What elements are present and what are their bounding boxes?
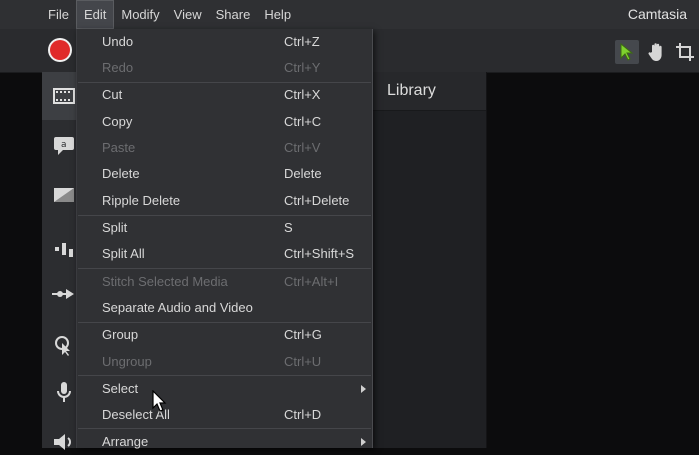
mouse-pointer-icon — [152, 389, 168, 419]
app-title: Camtasia — [627, 6, 687, 22]
library-title: Library — [387, 82, 436, 99]
cursor-effects-icon[interactable] — [52, 334, 76, 358]
menu-item-split-all[interactable]: Split All Ctrl+Shift+S — [77, 241, 372, 267]
audio-effects-icon[interactable] — [52, 430, 76, 454]
menu-item-delete[interactable]: Delete Delete — [77, 161, 372, 187]
record-icon[interactable] — [50, 40, 70, 60]
menu-item-ungroup[interactable]: Ungroup Ctrl+U — [77, 349, 372, 375]
menu-item-ripple-delete[interactable]: Ripple Delete Ctrl+Delete — [77, 188, 372, 214]
menu-share[interactable]: Share — [209, 0, 258, 29]
menu-file[interactable]: File — [0, 0, 76, 29]
animations-icon[interactable] — [52, 282, 76, 306]
crop-icon[interactable] — [673, 40, 697, 64]
behaviors-icon[interactable] — [52, 237, 76, 261]
edit-menu: Undo Ctrl+Z Redo Ctrl+Y Cut Ctrl+X Copy … — [76, 29, 373, 449]
submenu-arrow-icon — [361, 438, 366, 446]
menu-item-cut[interactable]: Cut Ctrl+X — [77, 82, 372, 108]
menu-view[interactable]: View — [167, 0, 209, 29]
annotations-icon[interactable]: a — [52, 134, 76, 158]
svg-text:a: a — [61, 140, 67, 150]
pan-hand-icon[interactable] — [645, 40, 669, 64]
submenu-arrow-icon — [361, 385, 366, 393]
menu-bar: File Edit Modify View Share Help — [0, 0, 699, 29]
menu-item-split[interactable]: Split S — [77, 215, 372, 241]
menu-help[interactable]: Help — [257, 0, 298, 29]
menu-edit[interactable]: Edit — [75, 0, 115, 29]
menu-item-undo[interactable]: Undo Ctrl+Z — [77, 29, 372, 55]
voice-narration-icon[interactable] — [52, 380, 76, 404]
menu-item-group[interactable]: Group Ctrl+G — [77, 322, 372, 348]
menu-item-arrange[interactable]: Arrange — [77, 429, 372, 455]
transitions-icon[interactable] — [52, 183, 76, 207]
menu-item-stitch-selected-media[interactable]: Stitch Selected Media Ctrl+Alt+I — [77, 269, 372, 295]
menu-item-redo[interactable]: Redo Ctrl+Y — [77, 55, 372, 81]
menu-item-copy[interactable]: Copy Ctrl+C — [77, 109, 372, 135]
select-arrow-icon[interactable] — [615, 40, 639, 64]
menu-item-separate-audio-video[interactable]: Separate Audio and Video — [77, 295, 372, 321]
library-panel: Library — [372, 72, 487, 448]
menu-modify[interactable]: Modify — [114, 0, 166, 29]
menu-item-deselect-all[interactable]: Deselect All Ctrl+D — [77, 402, 372, 428]
menu-item-select[interactable]: Select — [77, 376, 372, 402]
menu-item-paste[interactable]: Paste Ctrl+V — [77, 135, 372, 161]
